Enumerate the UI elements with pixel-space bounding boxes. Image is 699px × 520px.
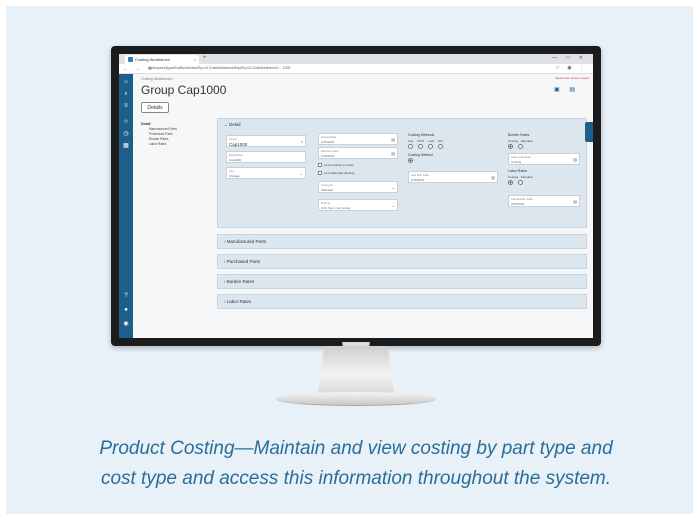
calendar-icon[interactable]: ▤ <box>491 175 495 180</box>
left-icon-bar: ⌂ ⌕ ≡ ☆ ◷ ▦ ? ● ◉ <box>119 74 133 338</box>
top-links[interactable]: Epicor Dev Home Logout <box>555 76 589 80</box>
search-icon[interactable]: ⌕ <box>122 90 130 98</box>
side-panel-tab[interactable] <box>585 122 593 142</box>
method-radios[interactable] <box>408 144 448 150</box>
section-purchased-parts[interactable]: › Purchased Parts <box>217 254 587 269</box>
cost-type-field[interactable]: Cost type Standard ⌄ <box>318 181 398 193</box>
bell-icon[interactable]: ● <box>122 306 130 314</box>
rollup-field[interactable]: Roll Up Only from Cost Group ⌄ <box>318 199 398 211</box>
history-icon[interactable]: ◷ <box>122 130 130 138</box>
screen: Costing Workbench × + — □ ✕ ← → ⟳ epicor… <box>119 54 593 338</box>
site-field[interactable]: Site Chicago ⌄ <box>226 167 306 179</box>
star-icon[interactable]: ☆ <box>122 118 130 126</box>
labor-rates-label: Labor Rates <box>508 169 528 173</box>
detail-panel: ⌄ Detail Group Cap1000 ⌕ Description Cap… <box>217 118 587 228</box>
calendar-icon[interactable]: ▤ <box>391 151 395 156</box>
costing-method-label: Costing Method <box>408 153 433 157</box>
labor-last-rate-field[interactable]: Labor Last Rate Costing ▤ <box>508 153 580 165</box>
method-labels: Avg FIFO Last Std <box>408 139 443 143</box>
menu-icon[interactable]: ≡ <box>122 102 130 110</box>
page-title: Group Cap1000 <box>141 83 227 97</box>
window-controls[interactable]: — □ ✕ <box>552 55 587 61</box>
calendar-icon[interactable]: ▤ <box>573 199 577 204</box>
close-icon[interactable]: × <box>194 57 196 62</box>
last-run-field[interactable]: Last Run Date 2/15/2023 ▤ <box>408 171 498 183</box>
monitor-base <box>276 392 436 406</box>
tree-nav: Detail Manufactured Parts Purchased Part… <box>141 122 209 202</box>
labor-options: Costing Standard <box>508 175 533 179</box>
search-icon[interactable]: ⌕ <box>301 139 303 144</box>
user-icon[interactable]: ◉ <box>122 320 130 328</box>
last-burden-rate-field[interactable]: Last Burden Rate 2/15/2023 ▤ <box>508 195 580 207</box>
browser-menu-icons[interactable]: ☆ ◉ ⋮ <box>555 65 587 71</box>
effective-date-field[interactable]: Effective Date 2/15/2023 ▤ <box>318 147 398 159</box>
description-field[interactable]: Description Cap1000 <box>226 151 306 163</box>
main-content: ⌄ Detail Group Cap1000 ⌕ Description Cap… <box>217 118 587 338</box>
browser-tabbar: Costing Workbench × + — □ ✕ <box>119 54 593 64</box>
monitor: Costing Workbench × + — □ ✕ ← → ⟳ epicor… <box>111 46 601 346</box>
caption-line-1: Product Costing—Maintain and view costin… <box>99 438 613 459</box>
chevron-down-icon[interactable]: ⌄ <box>392 185 395 190</box>
chevron-down-icon[interactable]: ⌄ <box>392 203 395 208</box>
section-manufactured-parts[interactable]: › Manufactured Parts <box>217 234 587 249</box>
burden-rates-label: Burden Rates <box>508 133 530 137</box>
tree-item-manufactured[interactable]: Manufactured Parts <box>149 127 209 131</box>
burden-options: Costing Standard <box>508 139 533 143</box>
grid-icon[interactable]: ▦ <box>122 142 130 150</box>
labor-radios[interactable] <box>508 180 528 186</box>
limit-materials-check[interactable]: Limit Materials (Rollup) <box>318 171 355 176</box>
tree-root[interactable]: Detail <box>141 122 209 126</box>
promo-card: Costing Workbench × + — □ ✕ ← → ⟳ epicor… <box>6 6 693 514</box>
app-icon <box>128 57 133 62</box>
tree-item-labor[interactable]: Labor Rates <box>149 142 209 146</box>
monitor-stand <box>318 346 394 394</box>
address-bar: ← → ⟳ epicorpurl/Apps/ErpRun/#/view/Erp.… <box>119 64 593 74</box>
costing-methods-label: Costing Methods <box>408 133 435 137</box>
detail-heading[interactable]: ⌄ Detail <box>224 122 241 128</box>
url-field[interactable]: epicorpurl/Apps/ErpRun/#/view/Erp.UI.Cos… <box>149 66 449 72</box>
section-burden-rates[interactable]: › Burden Rates <box>217 274 587 289</box>
caption-line-2: cost type and access this information th… <box>100 468 612 489</box>
costing-method-radio[interactable] <box>408 158 418 164</box>
calendar-icon[interactable]: ▤ <box>391 137 395 142</box>
tree-item-burden[interactable]: Burden Rates <box>149 137 209 141</box>
details-button[interactable]: Details <box>141 102 169 113</box>
tab-title: Costing Workbench <box>135 57 170 62</box>
group-field[interactable]: Group Cap1000 ⌕ <box>226 135 306 147</box>
caption: Product Costing—Maintain and view costin… <box>30 434 682 494</box>
posted-date-field[interactable]: Posted Date 2/15/2023 ▤ <box>318 133 398 145</box>
section-labor-rates[interactable]: › Labor Rates <box>217 294 587 309</box>
help-icon[interactable]: ? <box>122 292 130 300</box>
limit-group-check[interactable]: Limit Costing to Group <box>318 163 354 168</box>
new-tab-button[interactable]: + <box>203 55 207 61</box>
home-icon[interactable]: ⌂ <box>122 78 130 86</box>
burden-radios[interactable] <box>508 144 528 150</box>
toolbar-icons[interactable]: ▣ ▤ <box>554 86 579 93</box>
browser-tab[interactable]: Costing Workbench × <box>125 55 199 64</box>
tree-item-purchased[interactable]: Purchased Parts <box>149 132 209 136</box>
calendar-icon[interactable]: ▤ <box>573 157 577 162</box>
chevron-down-icon[interactable]: ⌄ <box>300 171 303 176</box>
breadcrumb[interactable]: Costing Workbench / <box>141 77 173 81</box>
app-area: ⌂ ⌕ ≡ ☆ ◷ ▦ ? ● ◉ Costing Workbench / Gr… <box>119 74 593 338</box>
